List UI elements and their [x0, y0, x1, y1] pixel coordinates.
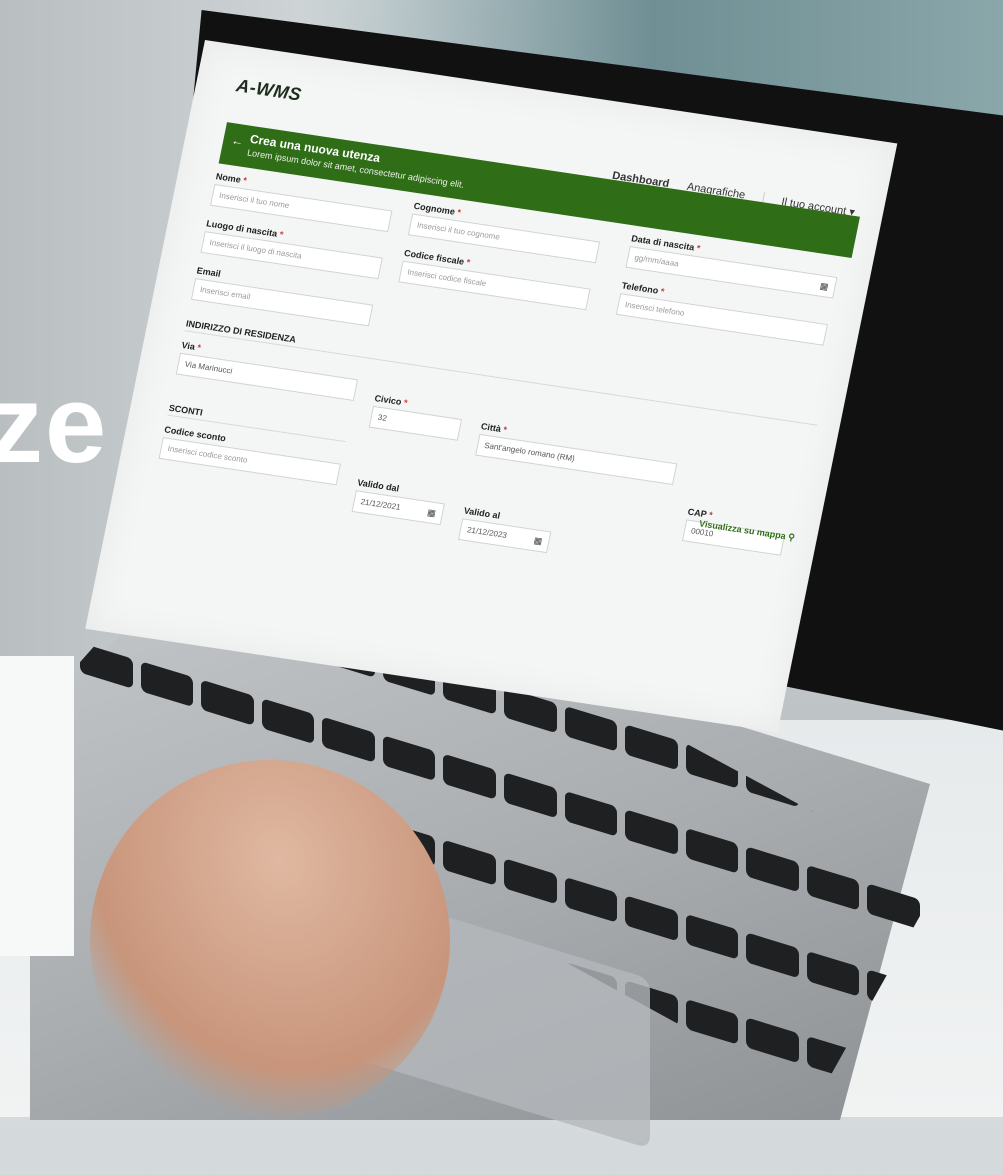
valido-dal-value: 21/12/2021 — [359, 497, 402, 512]
key — [746, 846, 799, 892]
overlay-headline: ze — [0, 363, 109, 486]
via-label: Via — [180, 339, 196, 352]
required-mark: * — [465, 257, 472, 268]
app-window: A-WMS Dashboard Anagrafiche Il tuo accou… — [85, 40, 898, 733]
map-pin-icon: ⚲ — [787, 531, 796, 543]
white-panel — [0, 656, 74, 956]
field-civico: Civico * 32 — [368, 393, 465, 441]
key — [625, 895, 678, 941]
back-arrow-icon[interactable]: ← — [230, 133, 245, 149]
cap-label: CAP — [686, 506, 708, 520]
key — [686, 828, 739, 874]
key — [686, 914, 739, 960]
key — [625, 809, 678, 855]
key — [746, 932, 799, 978]
key — [443, 754, 496, 800]
field-valido-dal: Valido dal 21/12/2021 ▦ — [351, 477, 448, 526]
required-mark: * — [196, 342, 202, 353]
citta-label: Città — [480, 421, 502, 434]
key — [746, 1018, 799, 1064]
required-mark: * — [708, 509, 714, 521]
calendar-icon[interactable]: ▦ — [426, 507, 436, 519]
key — [504, 858, 557, 904]
required-mark: * — [502, 424, 508, 435]
calendar-icon[interactable]: ▦ — [533, 535, 543, 547]
key — [807, 951, 860, 997]
required-mark: * — [402, 397, 409, 408]
required-mark: * — [659, 286, 666, 297]
required-mark: * — [278, 229, 285, 240]
field-citta: Città * Sant'angelo romano (RM) — [475, 421, 680, 486]
key — [383, 735, 436, 781]
data-nascita-placeholder: gg/mm/aaaa — [633, 252, 680, 269]
key — [565, 877, 618, 923]
valido-al-value: 21/12/2023 — [466, 525, 508, 540]
civico-label: Civico — [373, 393, 403, 407]
key — [504, 772, 557, 818]
required-mark: * — [456, 207, 462, 218]
key — [867, 884, 920, 930]
key — [443, 839, 496, 885]
field-valido-al: Valido al 21/12/2023 ▦ — [457, 506, 554, 554]
key — [807, 865, 860, 911]
required-mark: * — [695, 243, 702, 254]
nome-label: Nome — [215, 171, 242, 185]
key — [565, 791, 618, 837]
app-logo[interactable]: A-WMS — [234, 75, 304, 105]
calendar-icon[interactable]: ▦ — [819, 281, 829, 293]
required-mark: * — [242, 175, 248, 186]
